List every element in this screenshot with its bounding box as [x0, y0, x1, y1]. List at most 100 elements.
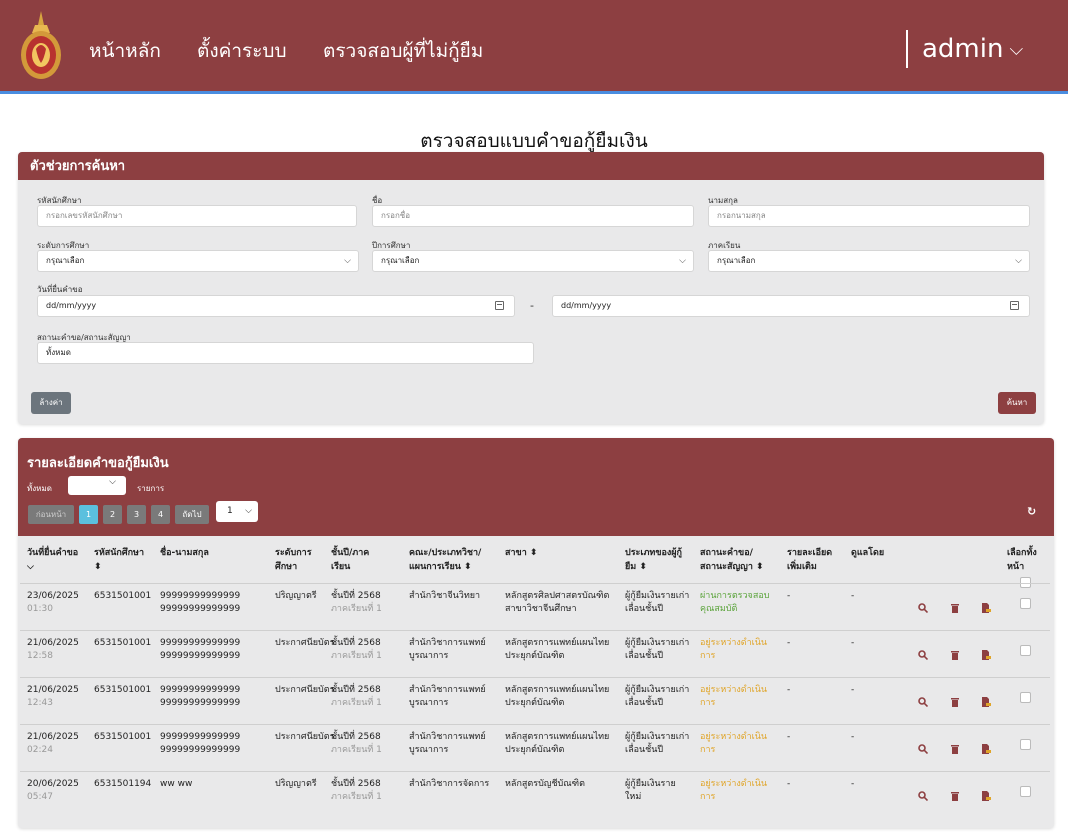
items-label: รายการ: [137, 484, 165, 493]
col-header-faculty[interactable]: คณะ/ประเภทวิชา/แผนการเรียน ⬍: [409, 546, 481, 574]
row-select-checkbox[interactable]: [1020, 692, 1031, 703]
table-cell-date: 23/06/2025 01:30: [27, 591, 79, 614]
table-cell-major1: หลักสูตรการแพทย์แผนไทย ประยุกต์บัณฑิต: [505, 685, 610, 708]
table-cell-fac1: สำนักวิชาการแพทย์ บูรณาการ: [409, 732, 486, 755]
table-cell-type1: ผู้กู้ยืมเงินรายเก่า เลื่อนชั้นปี: [625, 732, 690, 755]
table-cell-type1: ผู้กู้ยืมเงินรายเก่า เลื่อนชั้นปี: [625, 638, 690, 661]
table-cell-detail: -: [787, 685, 791, 695]
page-size-select[interactable]: ⌵: [68, 476, 126, 495]
trash-icon[interactable]: [950, 786, 960, 801]
chevron-down-icon: ⌵: [245, 506, 252, 516]
page-1-button[interactable]: 1: [79, 505, 98, 524]
trash-icon[interactable]: [950, 598, 960, 613]
table-cell-detail: -: [787, 779, 791, 789]
search-icon[interactable]: [918, 692, 929, 708]
trash-icon[interactable]: [950, 645, 960, 660]
row-select-checkbox[interactable]: [1020, 598, 1031, 609]
table-cell-detail: -: [787, 591, 791, 601]
next-page-button[interactable]: ถัดไป: [175, 505, 209, 524]
search-icon[interactable]: [918, 786, 929, 802]
table-row: [20, 677, 1050, 678]
refresh-icon[interactable]: ↻: [1027, 505, 1036, 518]
table-cell-level: ประกาศนียบัตร: [275, 732, 335, 742]
sort-icon: ⬍: [94, 562, 102, 572]
table-cell-level: ปริญญาตรี: [275, 591, 317, 601]
table-cell-level: ประกาศนียบัตร: [275, 685, 335, 695]
student-id-input[interactable]: กรอกเลขรหัสนักศึกษา: [37, 205, 357, 227]
row-select-checkbox[interactable]: [1020, 786, 1031, 797]
date-to-input[interactable]: dd/mm/yyyy: [552, 295, 1030, 317]
year-select[interactable]: กรุณาเลือก ⌵: [372, 250, 694, 272]
user-menu[interactable]: admin ⌵: [906, 30, 1023, 68]
table-cell-detail: -: [787, 732, 791, 742]
table-cell-sid: 6531501001: [94, 685, 152, 695]
term-select[interactable]: กรุณาเลือก ⌵: [708, 250, 1030, 272]
status-select[interactable]: ทั้งหมด: [37, 342, 534, 364]
nav-home[interactable]: หน้าหลัก: [89, 36, 161, 66]
results-panel-header: [18, 438, 1054, 536]
table-cell-detail: -: [787, 638, 791, 648]
table-cell-level: ประกาศนียบัตร: [275, 638, 335, 648]
top-navbar: หน้าหลัก ตั้งค่าระบบ ตรวจสอบผู้ที่ไม่กู้…: [0, 0, 1068, 94]
first-name-input[interactable]: กรอกชื่อ: [372, 205, 694, 227]
page-2-button[interactable]: 2: [103, 505, 122, 524]
col-header-major[interactable]: สาขา ⬍: [505, 546, 537, 560]
search-button[interactable]: ค้นหา: [998, 392, 1036, 414]
col-header-status[interactable]: สถานะคำขอ/สถานะสัญญา ⬍: [700, 546, 764, 574]
page-jump-select[interactable]: 1 ⌵: [216, 501, 258, 522]
table-cell-fac1: สำนักวิชาการแพทย์ บูรณาการ: [409, 685, 486, 708]
trash-icon[interactable]: [950, 739, 960, 754]
nav-check-non-borrowers[interactable]: ตรวจสอบผู้ที่ไม่กู้ยืม: [323, 36, 483, 66]
row-select-checkbox[interactable]: [1020, 739, 1031, 750]
table-cell-sid: 6531501194: [94, 779, 152, 789]
calendar-icon[interactable]: [495, 301, 504, 310]
table-cell-name1: 99999999999999 99999999999999: [160, 638, 241, 661]
row-select-checkbox[interactable]: [1020, 645, 1031, 656]
sort-icon: ⬍: [464, 562, 472, 572]
calendar-icon[interactable]: [1010, 301, 1019, 310]
date-from-input[interactable]: dd/mm/yyyy: [37, 295, 515, 317]
nav-settings[interactable]: ตั้งค่าระบบ: [197, 36, 287, 66]
table-cell-sid: 6531501001: [94, 638, 152, 648]
user-name: admin: [922, 34, 1004, 64]
table-cell-type1: ผู้กู้ยืมเงินรายเก่า เลื่อนชั้นปี: [625, 591, 690, 614]
page-3-button[interactable]: 3: [127, 505, 146, 524]
document-icon[interactable]: [981, 645, 991, 660]
table-cell-owner: -: [851, 732, 855, 742]
table-cell-year: ชั้นปีที่ 2568 ภาคเรียนที่ 1: [331, 685, 382, 708]
table-cell-date: 20/06/2025 05:47: [27, 779, 79, 802]
search-icon[interactable]: [918, 739, 929, 755]
col-header-student-id[interactable]: รหัสนักศึกษา ⬍: [94, 546, 144, 574]
table-cell-date: 21/06/2025 02:24: [27, 732, 79, 755]
document-icon[interactable]: [981, 786, 991, 801]
table-cell-owner: -: [851, 685, 855, 695]
university-logo-icon[interactable]: [18, 9, 64, 81]
col-header-borrower-type[interactable]: ประเภทของผู้กู้ ยืม ⬍: [625, 546, 682, 574]
table-row: [20, 771, 1050, 772]
col-header-year: ชั้นปี/ภาค เรียน: [331, 548, 370, 572]
page-4-button[interactable]: 4: [151, 505, 170, 524]
trash-icon[interactable]: [950, 692, 960, 707]
document-icon[interactable]: [981, 739, 991, 754]
clear-button[interactable]: ล้างค่า: [31, 392, 71, 414]
sort-icon: ⬍: [639, 562, 647, 572]
search-icon[interactable]: [918, 598, 929, 614]
document-icon[interactable]: [981, 692, 991, 707]
last-name-input[interactable]: กรอกนามสกุล: [708, 205, 1030, 227]
prev-page-button[interactable]: ก่อนหน้า: [28, 505, 74, 524]
table-cell-year: ชั้นปีที่ 2568 ภาคเรียนที่ 1: [331, 779, 382, 802]
level-select[interactable]: กรุณาเลือก ⌵: [37, 250, 359, 272]
col-header-select-all: เลือกทั้ง หน้า: [1007, 548, 1037, 572]
show-all-label: ทั้งหมด: [27, 484, 52, 493]
search-panel: ตัวช่วยการค้นหา: [18, 152, 1044, 424]
table-row: [20, 583, 1050, 584]
table-cell-year: ชั้นปีที่ 2568 ภาคเรียนที่ 1: [331, 638, 382, 661]
table-cell-status1: อยู่ระหว่างดำเนิน การ: [700, 732, 768, 755]
chevron-down-icon: ⌵: [344, 256, 351, 266]
document-icon[interactable]: [981, 598, 991, 613]
col-header-date[interactable]: วันที่ยื่นคำขอ ⌵: [27, 546, 78, 574]
table-cell-date: 21/06/2025 12:58: [27, 638, 79, 661]
sort-icon: ⬍: [529, 548, 538, 558]
table-cell-major1: หลักสูตรการแพทย์แผนไทย ประยุกต์บัณฑิต: [505, 732, 610, 755]
search-icon[interactable]: [918, 645, 929, 661]
